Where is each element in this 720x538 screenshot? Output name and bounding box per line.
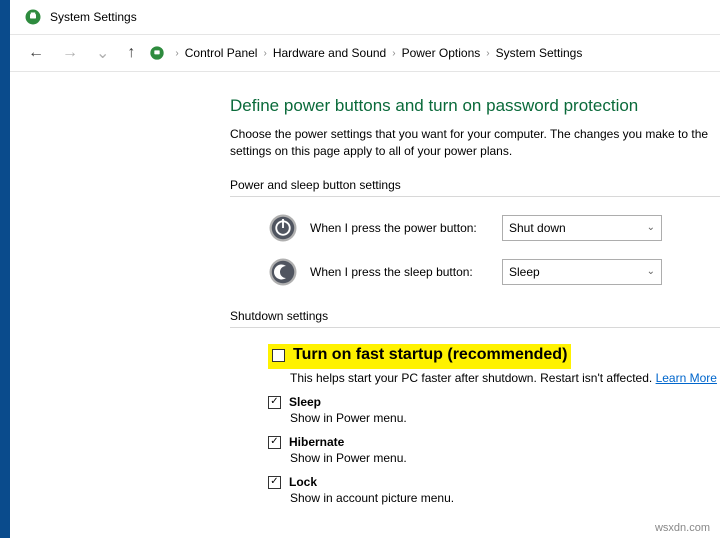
window-title: System Settings <box>50 10 137 24</box>
lock-label: Lock <box>289 475 317 489</box>
fast-startup-checkbox[interactable] <box>272 349 285 362</box>
learn-more-link[interactable]: Learn More <box>656 371 717 385</box>
chevron-right-icon: › <box>486 48 489 59</box>
title-bar: System Settings <box>10 0 720 35</box>
back-button[interactable]: ← <box>24 42 48 64</box>
hibernate-option-row: Hibernate <box>268 435 720 449</box>
chevron-down-icon: ⌄ <box>647 266 655 277</box>
chevron-down-icon: ⌄ <box>647 222 655 233</box>
breadcrumb-icon <box>149 45 165 61</box>
breadcrumb: › Control Panel › Hardware and Sound › P… <box>175 46 582 60</box>
sleep-button-value: Sleep <box>509 265 540 279</box>
chevron-right-icon: › <box>263 48 266 59</box>
hibernate-desc: Show in Power menu. <box>290 451 720 465</box>
breadcrumb-hardware-sound[interactable]: Hardware and Sound <box>273 46 386 60</box>
power-options-icon <box>24 8 42 26</box>
recent-dropdown[interactable]: ⌄ <box>92 41 113 65</box>
page-title: Define power buttons and turn on passwor… <box>230 96 720 116</box>
sleep-desc: Show in Power menu. <box>290 411 720 425</box>
lock-checkbox[interactable] <box>268 476 281 489</box>
sleep-label: Sleep <box>289 395 321 409</box>
power-button-dropdown[interactable]: Shut down ⌄ <box>502 215 662 241</box>
hibernate-label: Hibernate <box>289 435 344 449</box>
power-button-icon <box>268 213 298 243</box>
fast-startup-desc: This helps start your PC faster after sh… <box>290 371 720 385</box>
sleep-checkbox[interactable] <box>268 396 281 409</box>
chevron-right-icon: › <box>175 48 178 59</box>
section-shutdown-header: Shutdown settings <box>230 309 720 328</box>
power-button-value: Shut down <box>509 221 566 235</box>
sleep-button-label: When I press the sleep button: <box>310 265 490 279</box>
lock-option-row: Lock <box>268 475 720 489</box>
watermark: wsxdn.com <box>655 522 710 534</box>
lock-desc: Show in account picture menu. <box>290 491 720 505</box>
breadcrumb-control-panel[interactable]: Control Panel <box>185 46 258 60</box>
up-button[interactable]: ↑ <box>123 42 139 64</box>
section-power-sleep-header: Power and sleep button settings <box>230 178 720 197</box>
fast-startup-highlight: Turn on fast startup (recommended) <box>268 344 571 369</box>
sleep-option-row: Sleep <box>268 395 720 409</box>
chevron-right-icon: › <box>392 48 395 59</box>
sleep-button-dropdown[interactable]: Sleep ⌄ <box>502 259 662 285</box>
power-button-row: When I press the power button: Shut down… <box>268 213 720 243</box>
power-button-label: When I press the power button: <box>310 221 490 235</box>
sleep-button-icon <box>268 257 298 287</box>
hibernate-checkbox[interactable] <box>268 436 281 449</box>
breadcrumb-system-settings[interactable]: System Settings <box>496 46 583 60</box>
forward-button[interactable]: → <box>58 42 82 64</box>
breadcrumb-power-options[interactable]: Power Options <box>402 46 481 60</box>
navigation-bar: ← → ⌄ ↑ › Control Panel › Hardware and S… <box>10 35 720 72</box>
sleep-button-row: When I press the sleep button: Sleep ⌄ <box>268 257 720 287</box>
fast-startup-label: Turn on fast startup (recommended) <box>293 346 567 364</box>
page-description: Choose the power settings that you want … <box>230 126 720 160</box>
